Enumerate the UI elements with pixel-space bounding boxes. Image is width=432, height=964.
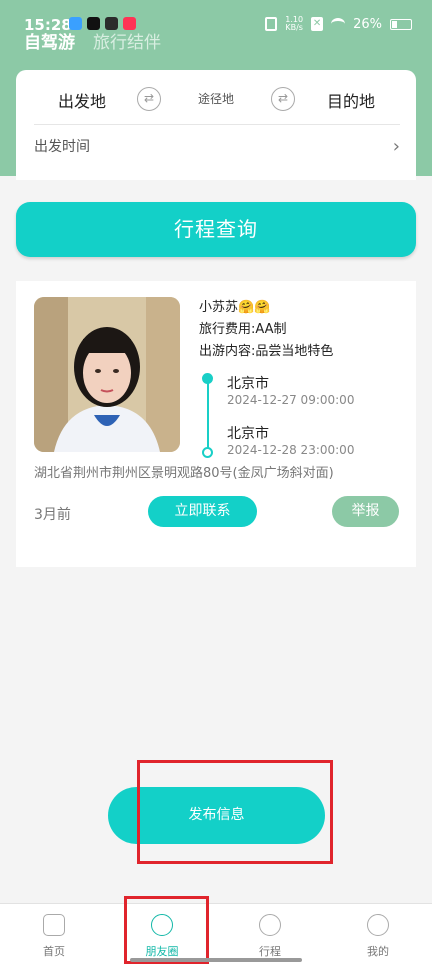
portrait-image [34, 297, 180, 452]
timeline-line [207, 379, 209, 451]
app-tabs: 自驾游 旅行结伴 [24, 28, 161, 53]
battery-percent: 26% [353, 16, 382, 32]
nav-item-home[interactable]: 首页 [0, 904, 108, 964]
report-button[interactable]: 举报 [332, 496, 399, 527]
travel-fee: 旅行费用:AA制 [199, 322, 287, 337]
start-city: 北京市 [227, 376, 269, 392]
end-time: 2024-12-28 23:00:00 [227, 443, 355, 457]
user-name: 小苏苏🤗🤗 [199, 300, 271, 315]
swap-icon[interactable]: ⇄ [271, 87, 295, 111]
nav-label: 首页 [43, 945, 65, 958]
status-indicators: 1.10 KB/s ✕ 26% [265, 16, 412, 32]
trip-card[interactable]: 小苏苏🤗🤗 旅行费用:AA制 出游内容:品尝当地特色 北京市 2024-12-2… [16, 281, 416, 567]
start-dot-icon [202, 373, 213, 384]
user-icon [367, 914, 389, 936]
compass-icon [151, 914, 173, 936]
battery-icon [390, 18, 412, 30]
nav-label: 朋友圈 [145, 945, 179, 958]
wifi-icon [331, 18, 346, 30]
route-row: 出发地 ⇄ 途径地 ⇄ 目的地 [16, 70, 416, 126]
home-icon [43, 914, 65, 936]
nav-item-trips[interactable]: 行程 [216, 904, 324, 964]
nav-item-profile[interactable]: 我的 [324, 904, 432, 964]
chevron-right-icon[interactable]: › [393, 136, 400, 157]
nav-label: 我的 [367, 945, 389, 958]
publish-button[interactable]: 发布信息 [108, 787, 325, 844]
tab-self-drive[interactable]: 自驾游 [24, 28, 75, 53]
trip-content: 出游内容:品尝当地特色 [199, 344, 334, 359]
swap-icon[interactable]: ⇄ [137, 87, 161, 111]
home-indicator [130, 958, 302, 962]
start-time: 2024-12-27 09:00:00 [227, 393, 355, 407]
trip-search-button[interactable]: 行程查询 [16, 202, 416, 257]
departure-field[interactable]: 出发地 [58, 88, 106, 112]
nav-item-moments[interactable]: 朋友圈 [108, 904, 216, 964]
nav-label: 行程 [259, 945, 281, 958]
end-dot-icon [202, 447, 213, 458]
bottom-nav: 首页 朋友圈 行程 我的 [0, 903, 432, 964]
route-search-card: 出发地 ⇄ 途径地 ⇄ 目的地 出发时间 › [16, 70, 416, 180]
address: 湖北省荆州市荆州区景明观路80号(金凤广场斜对面) [34, 466, 334, 481]
via-field[interactable]: 途径地 [198, 90, 234, 107]
no-sim-icon: ✕ [311, 17, 324, 31]
end-city: 北京市 [227, 426, 269, 442]
contact-button[interactable]: 立即联系 [148, 496, 257, 527]
vibrate-icon [265, 17, 278, 31]
avatar[interactable] [34, 297, 180, 452]
compass-icon [259, 914, 281, 936]
destination-field[interactable]: 目的地 [327, 88, 375, 112]
tab-travel-companion[interactable]: 旅行结伴 [93, 28, 161, 53]
network-speed: 1.10 KB/s [285, 15, 304, 32]
departure-time-field[interactable]: 出发时间 [34, 136, 90, 156]
posted-time: 3月前 [34, 507, 71, 523]
divider [34, 124, 400, 125]
